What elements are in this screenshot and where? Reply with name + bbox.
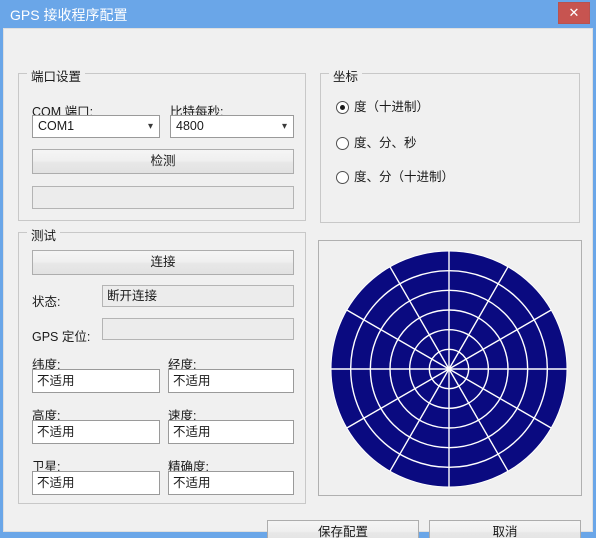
port-settings-title: 端口设置: [27, 66, 86, 85]
satellite-skyplot: [330, 250, 568, 488]
com-port-select[interactable]: COM1 ▾: [32, 115, 160, 138]
baud-rate-select[interactable]: 4800 ▾: [170, 115, 294, 138]
speed-field[interactable]: 不适用: [168, 420, 294, 444]
altitude-field[interactable]: 不适用: [32, 420, 160, 444]
gps-config-window: GPS 接收程序配置 ✕ 端口设置 COM 端口: 比特每秒: COM1 ▾ 4…: [0, 0, 596, 538]
chevron-down-icon: ▾: [281, 121, 287, 132]
detect-button[interactable]: 检测: [32, 149, 294, 174]
detect-result-field[interactable]: [32, 186, 294, 209]
connect-button[interactable]: 连接: [32, 250, 294, 275]
accuracy-field[interactable]: 不适用: [168, 471, 294, 495]
baud-rate-value: 4800: [176, 119, 204, 133]
close-icon[interactable]: ✕: [558, 2, 590, 24]
status-label: 状态:: [32, 295, 61, 309]
radio-label: 度、分（十进制）: [354, 170, 455, 184]
radio-label: 度（十进制）: [354, 100, 430, 114]
status-field[interactable]: 断开连接: [102, 285, 294, 307]
longitude-field[interactable]: 不适用: [168, 369, 294, 393]
satellite-skyplot-panel: [318, 240, 582, 496]
gps-fix-field[interactable]: [102, 318, 294, 340]
test-title: 测试: [27, 225, 61, 244]
com-port-value: COM1: [38, 119, 75, 133]
save-config-button[interactable]: 保存配置: [267, 520, 419, 538]
cancel-button[interactable]: 取消: [429, 520, 581, 538]
chevron-down-icon: ▾: [147, 121, 153, 132]
satellites-field[interactable]: 不适用: [32, 471, 160, 495]
window-title: GPS 接收程序配置: [10, 7, 128, 23]
title-bar: GPS 接收程序配置 ✕: [0, 0, 596, 28]
coordinates-title: 坐标: [329, 66, 363, 85]
gps-fix-label: GPS 定位:: [32, 330, 91, 344]
radio-icon: [336, 171, 349, 184]
radio-label: 度、分、秒: [354, 136, 417, 150]
latitude-field[interactable]: 不适用: [32, 369, 160, 393]
dialog-client-area: 端口设置 COM 端口: 比特每秒: COM1 ▾ 4800 ▾ 检测 坐标 度…: [3, 28, 593, 538]
radio-icon-selected: [336, 101, 349, 114]
radio-icon: [336, 137, 349, 150]
